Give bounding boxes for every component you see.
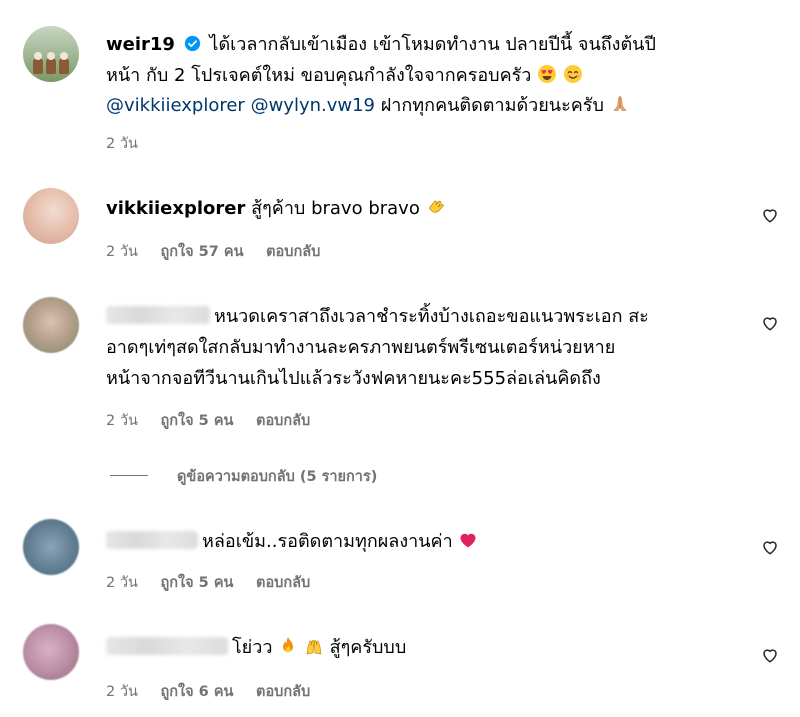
comment-4: โย่วว สู้ๆครับบบ [106,634,406,661]
heart-icon[interactable] [761,314,779,332]
caption-line-1: ได้เวลากลับเข้าเมือง เข้าโหมดทำงาน ปลายป… [209,34,656,55]
comment-2-meta: 2 วัน ถูกใจ 5 คน ตอบกลับ [106,409,328,432]
comment-avatar[interactable] [23,297,79,353]
comment-3: หล่อเข้ม..รอติดตามทุกผลงานค่า [106,528,478,555]
pray-emoji [612,96,627,111]
comment-likes[interactable]: ถูกใจ 57 คน [161,244,244,260]
comment-1: vikkiiexplorer สู้ๆค้าบ bravo bravo [106,195,446,222]
comment-text-line-3: หน้าจากจอทีวีนานเกินไปแล้วระวังฟคหายนะคะ… [106,368,601,389]
heart-icon[interactable] [761,538,779,556]
post-time[interactable]: 2 วัน [106,136,138,152]
comment-text: หล่อเข้ม..รอติดตามทุกผลงานค่า [202,531,453,552]
comment-4-meta: 2 วัน ถูกใจ 6 คน ตอบกลับ [106,680,328,703]
comment-1-meta: 2 วัน ถูกใจ 57 คน ตอบกลับ [106,240,338,263]
comment-2-line-3: หน้าจากจอทีวีนานเกินไปแล้วระวังฟคหายนะคะ… [106,365,601,392]
comment-time[interactable]: 2 วัน [106,244,138,260]
heart-icon[interactable] [761,206,779,224]
caption-line-2-text: หน้า กับ 2 โปรเจคต์ใหม่ ขอบคุณกำลังใจจาก… [106,65,532,86]
view-replies-divider [110,475,148,476]
post-caption: weir19 ได้เวลากลับเข้าเมือง เข้าโหมดทำงา… [106,31,656,58]
comment-avatar[interactable] [23,624,79,680]
post-caption-line-2: หน้า กับ 2 โปรเจคต์ใหม่ ขอบคุณกำลังใจจาก… [106,62,583,89]
smile-emoji [563,65,582,83]
blurred-username[interactable] [106,531,198,549]
comment-text-b: สู้ๆครับบบ [329,637,407,658]
comment-time[interactable]: 2 วัน [106,413,138,429]
blurred-username[interactable] [106,306,210,324]
comment-text: สู้ๆค้าบ bravo bravo [251,198,420,219]
comment-time[interactable]: 2 วัน [106,684,138,700]
comment-2: หนวดเคราสาถึงเวลาชำระทิ้งบ้างเถอะขอแนวพร… [106,303,649,330]
post-meta: 2 วัน [106,132,156,155]
mention-wylyn[interactable]: @wylyn.vw19 [251,95,375,116]
comment-2-line-2: อาดๆเท่ๆสดใสกลับมาทำงานละครภาพยนตร์พรีเซ… [106,334,615,361]
blurred-username[interactable] [106,637,228,655]
comment-text-a: โย่วว [232,637,273,658]
comment-avatar-vikkii[interactable] [23,188,79,244]
comment-username[interactable]: vikkiiexplorer [106,198,245,219]
comment-avatar[interactable] [23,519,79,575]
reply-button[interactable]: ตอบกลับ [266,244,320,260]
comment-text-line-2: อาดๆเท่ๆสดใสกลับมาทำงานละครภาพยนตร์พรีเซ… [106,337,616,358]
mention-vikkiiexplorer[interactable]: @vikkiiexplorer [106,95,245,116]
comment-likes[interactable]: ถูกใจ 5 คน [161,575,234,591]
post-author-avatar[interactable] [23,26,79,82]
fire-emoji [283,637,294,653]
comment-text-line-1: หนวดเคราสาถึงเวลาชำระทิ้งบ้างเถอะขอแนวพร… [214,306,649,327]
comment-time[interactable]: 2 วัน [106,575,138,591]
reply-button[interactable]: ตอบกลับ [256,413,310,429]
heart-eyes-emoji [538,65,557,83]
reply-button[interactable]: ตอบกลับ [256,684,310,700]
comment-likes[interactable]: ถูกใจ 6 คน [161,684,234,700]
comment-3-meta: 2 วัน ถูกใจ 5 คน ตอบกลับ [106,571,328,594]
reply-button[interactable]: ตอบกลับ [256,575,310,591]
view-replies-label[interactable]: ดูข้อความตอบกลับ (5 รายการ) [177,469,377,485]
heart-icon[interactable] [761,646,779,664]
post-caption-line-3: @vikkiiexplorer @wylyn.vw19 ฝากทุกคนติดต… [106,92,630,119]
red-heart-emoji [460,533,476,548]
view-replies-button[interactable]: ดูข้อความตอบกลับ (5 รายการ) [177,465,395,488]
caption-line-3-text: ฝากทุกคนติดตามด้วยนะครับ [380,95,604,116]
verified-icon [184,35,200,52]
raised-hands-emoji [306,640,322,655]
post-username[interactable]: weir19 [106,34,175,55]
comment-likes[interactable]: ถูกใจ 5 คน [161,413,234,429]
clap-emoji [428,200,444,213]
